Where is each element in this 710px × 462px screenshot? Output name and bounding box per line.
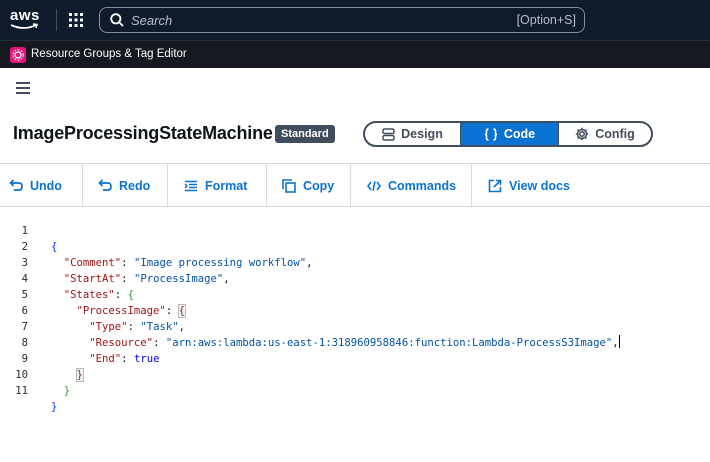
brace-token: } — [51, 401, 58, 413]
top-navigation: aws [Option+S] — [0, 0, 710, 40]
toolbar-separator — [350, 164, 351, 207]
curly-braces-icon — [484, 127, 497, 141]
format-icon — [184, 180, 197, 191]
state-machine-type-badge: Standard — [275, 125, 335, 143]
code-editor[interactable]: 1 { 2 "Comment": "Image processing workf… — [0, 207, 710, 462]
line-content: } — [51, 399, 57, 415]
code-line: 5 "ProcessImage": { — [0, 271, 710, 318]
format-label: Format — [205, 178, 248, 193]
services-grid-icon[interactable] — [68, 12, 84, 28]
format-button[interactable]: Format — [184, 164, 247, 207]
aws-logo-text: aws — [10, 7, 40, 24]
commands-label: Commands — [388, 178, 457, 193]
undo-icon — [9, 179, 23, 191]
code-line: 8 "End": true — [0, 319, 710, 365]
config-mode-button[interactable]: Config — [558, 123, 651, 145]
code-line: 2 "Comment": "Image processing workflow"… — [0, 223, 710, 269]
code-brackets-icon — [367, 180, 381, 191]
view-docs-button[interactable]: View docs — [488, 164, 570, 207]
search-input[interactable] — [131, 11, 491, 29]
toolbar-separator — [82, 164, 83, 207]
design-mode-button[interactable]: Design — [365, 123, 461, 145]
code-line: 1 { — [0, 207, 710, 253]
view-docs-label: View docs — [509, 178, 570, 193]
design-mode-label: Design — [401, 127, 443, 141]
undo-label: Undo — [30, 178, 62, 193]
redo-label: Redo — [119, 178, 151, 193]
design-icon — [382, 127, 395, 141]
line-content: } — [51, 383, 70, 399]
code-line: 3 "StartAt": "ProcessImage", — [0, 239, 710, 285]
service-name-link[interactable]: Resource Groups & Tag Editor — [31, 48, 187, 60]
editor-toolbar: Undo Redo Format Copy Commands View docs — [0, 163, 710, 207]
toolbar-separator — [167, 164, 168, 207]
code-mode-button[interactable]: Code — [461, 123, 558, 145]
copy-button[interactable]: Copy — [282, 164, 334, 207]
code-line: 4 "States": { — [0, 255, 710, 301]
redo-button[interactable]: Redo — [98, 164, 150, 207]
commands-button[interactable]: Commands — [367, 164, 456, 207]
brace-token: } — [63, 385, 71, 397]
redo-icon — [98, 179, 112, 191]
aws-logo[interactable]: aws — [10, 8, 40, 34]
external-link-icon — [488, 179, 502, 192]
code-mode-label: Code — [503, 127, 536, 141]
code-line: 9 } — [0, 335, 710, 382]
nav-separator — [56, 9, 57, 31]
toolbar-separator — [266, 164, 267, 207]
mode-segmented-control: Design Code Config — [363, 121, 653, 147]
code-line: 11 } — [0, 367, 710, 413]
toolbar-separator — [471, 164, 472, 207]
code-line: 7 "Resource": "arn:aws:lambda:us-east-1:… — [0, 303, 710, 349]
hamburger-menu-icon[interactable] — [16, 82, 30, 94]
aws-smile-icon — [10, 23, 38, 29]
config-mode-label: Config — [595, 127, 635, 141]
settings-glyph-icon — [12, 49, 24, 61]
menu-row — [0, 68, 710, 108]
page-title: ImageProcessingStateMachine — [13, 123, 273, 143]
code-line: 10 } — [0, 351, 710, 397]
search-box[interactable]: [Option+S] — [99, 7, 585, 33]
search-icon — [110, 13, 124, 27]
resource-groups-service-icon[interactable] — [10, 47, 26, 63]
copy-label: Copy — [303, 178, 335, 193]
gear-icon — [576, 127, 589, 141]
copy-icon — [282, 178, 296, 193]
service-bar: Resource Groups & Tag Editor — [0, 40, 710, 68]
undo-button[interactable]: Undo — [9, 164, 62, 207]
search-shortcut-hint: [Option+S] — [516, 13, 576, 27]
code-line: 6 "Type": "Task", — [0, 287, 710, 333]
line-number: 11 — [15, 385, 28, 397]
